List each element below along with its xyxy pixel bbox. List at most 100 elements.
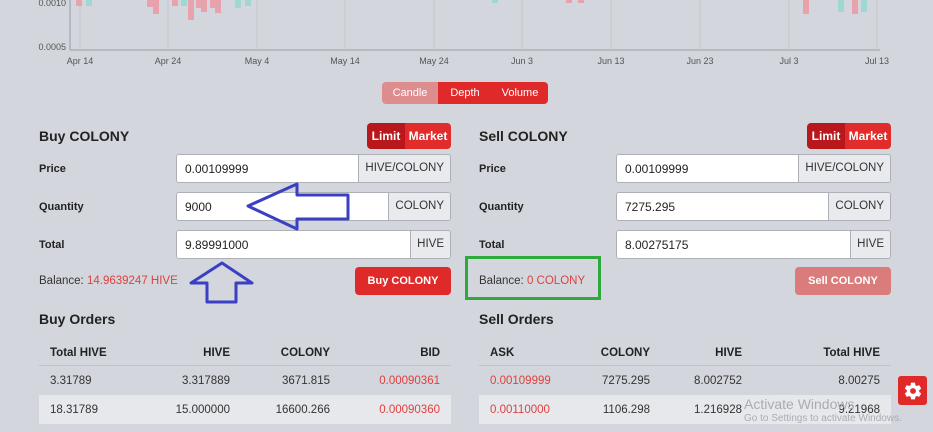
buy-quantity-unit: COLONY bbox=[388, 193, 450, 220]
candle bbox=[235, 0, 241, 8]
y-tick-label: 0.0005 bbox=[38, 42, 66, 52]
activation-watermark: Activate Windows Go to Settings to activ… bbox=[744, 396, 902, 424]
y-tick-label: 0.0010 bbox=[38, 0, 66, 8]
annotation-up-arrow bbox=[189, 261, 254, 304]
buy-balance-value[interactable]: 14.9639247 HIVE bbox=[87, 275, 178, 287]
x-tick-label: Apr 14 bbox=[67, 56, 94, 66]
column-header: HIVE bbox=[715, 346, 742, 359]
candle bbox=[215, 0, 221, 13]
buy-total-unit: HIVE bbox=[410, 231, 450, 258]
buy-price-field: HIVE/COLONY bbox=[176, 154, 451, 183]
candle bbox=[861, 0, 867, 12]
sell-quantity-field: COLONY bbox=[616, 192, 891, 221]
candle bbox=[578, 0, 584, 3]
buy-price-unit: HIVE/COLONY bbox=[358, 155, 450, 182]
settings-button[interactable] bbox=[898, 376, 927, 405]
candle bbox=[86, 0, 92, 6]
column-header: Total HIVE bbox=[823, 346, 880, 359]
column-header: HIVE bbox=[203, 346, 230, 359]
watermark-subtitle: Go to Settings to activate Windows. bbox=[744, 413, 902, 424]
buy-limit-button[interactable]: Limit bbox=[367, 123, 405, 149]
buy-orders-table: Total HIVE HIVE COLONY BID 3.31789 3.317… bbox=[39, 340, 451, 424]
sell-price-label: Price bbox=[479, 163, 506, 175]
buy-colony-button[interactable]: Buy COLONY bbox=[355, 267, 451, 295]
sell-market-button[interactable]: Market bbox=[845, 123, 891, 149]
table-cell: 1106.298 bbox=[602, 403, 650, 416]
sell-price-unit: HIVE/COLONY bbox=[798, 155, 890, 182]
buy-total-label: Total bbox=[39, 239, 65, 251]
candle-chart-svg: 0.0010 0.0005 Apr 14 Apr 24 May 4 May 14 May … bbox=[38, 0, 889, 66]
sell-total-input[interactable] bbox=[617, 231, 851, 258]
candle bbox=[172, 0, 178, 6]
candle bbox=[153, 0, 159, 14]
sell-total-unit: HIVE bbox=[850, 231, 890, 258]
candle bbox=[492, 0, 498, 3]
buy-quantity-input[interactable] bbox=[177, 193, 389, 220]
column-header: BID bbox=[420, 346, 440, 359]
table-header: Total HIVE HIVE COLONY BID bbox=[39, 340, 451, 366]
x-tick-label: Jul 13 bbox=[865, 56, 889, 66]
sell-total-field: HIVE bbox=[616, 230, 891, 259]
buy-balance: Balance: 14.9639247 HIVE bbox=[39, 275, 178, 287]
bid-price-cell[interactable]: 0.00090360 bbox=[330, 404, 440, 416]
ask-price-cell[interactable]: 0.00109999 bbox=[490, 375, 570, 387]
x-tick-label: Apr 24 bbox=[155, 56, 182, 66]
buy-quantity-field: COLONY bbox=[176, 192, 451, 221]
table-cell: 18.31789 bbox=[50, 403, 98, 416]
sell-panel-title: Sell COLONY bbox=[479, 128, 568, 144]
table-row[interactable]: 0.00109999 7275.295 8.002752 8.00275 bbox=[479, 366, 891, 395]
buy-quantity-label: Quantity bbox=[39, 201, 84, 213]
candle bbox=[147, 0, 153, 7]
buy-market-button[interactable]: Market bbox=[405, 123, 451, 149]
table-cell: 7275.295 bbox=[602, 374, 650, 387]
ask-price-cell[interactable]: 0.00110000 bbox=[490, 404, 570, 416]
table-cell: 8.00275 bbox=[838, 374, 880, 387]
table-row[interactable]: 18.31789 15.000000 16600.266 0.00090360 bbox=[39, 395, 451, 424]
table-cell: 3671.815 bbox=[282, 374, 330, 387]
buy-orders-title: Buy Orders bbox=[39, 311, 116, 327]
sell-orders-title: Sell Orders bbox=[479, 311, 554, 327]
buy-order-type-toggle: Limit Market bbox=[367, 123, 451, 149]
column-header: ASK bbox=[490, 346, 515, 359]
candle bbox=[852, 0, 858, 14]
candle bbox=[188, 0, 194, 20]
buy-price-label: Price bbox=[39, 163, 66, 175]
chart-type-tabs: Candle Depth Volume bbox=[382, 82, 548, 104]
buy-total-input[interactable] bbox=[177, 231, 411, 258]
sell-balance-value[interactable]: 0 COLONY bbox=[527, 275, 585, 287]
x-tick-label: May 4 bbox=[245, 56, 270, 66]
x-tick-label: Jun 13 bbox=[597, 56, 624, 66]
table-cell: 8.002752 bbox=[694, 374, 742, 387]
sell-colony-button[interactable]: Sell COLONY bbox=[795, 267, 891, 295]
sell-quantity-label: Quantity bbox=[479, 201, 524, 213]
candle bbox=[803, 0, 809, 14]
sell-price-input[interactable] bbox=[617, 155, 799, 182]
table-cell: 3.317889 bbox=[182, 374, 230, 387]
tab-volume[interactable]: Volume bbox=[492, 82, 548, 104]
sell-order-type-toggle: Limit Market bbox=[807, 123, 891, 149]
x-tick-label: Jun 23 bbox=[686, 56, 713, 66]
price-chart[interactable]: 0.0010 0.0005 Apr 14 Apr 24 May 4 May 14 May … bbox=[0, 0, 933, 70]
buy-panel-title: Buy COLONY bbox=[39, 128, 130, 144]
sell-balance-label: Balance: bbox=[479, 275, 524, 287]
table-row[interactable]: 3.31789 3.317889 3671.815 0.00090361 bbox=[39, 366, 451, 395]
tab-depth[interactable]: Depth bbox=[438, 82, 492, 104]
sell-limit-button[interactable]: Limit bbox=[807, 123, 845, 149]
buy-balance-label: Balance: bbox=[39, 275, 84, 287]
bid-price-cell[interactable]: 0.00090361 bbox=[330, 375, 440, 387]
table-header: ASK COLONY HIVE Total HIVE bbox=[479, 340, 891, 366]
sell-quantity-input[interactable] bbox=[617, 193, 829, 220]
buy-price-input[interactable] bbox=[177, 155, 359, 182]
table-cell: 16600.266 bbox=[275, 403, 330, 416]
sell-total-label: Total bbox=[479, 239, 505, 251]
column-header: COLONY bbox=[280, 346, 330, 359]
buy-total-field: HIVE bbox=[176, 230, 451, 259]
candle bbox=[181, 0, 187, 6]
x-tick-label: Jul 3 bbox=[779, 56, 798, 66]
x-tick-label: Jun 3 bbox=[511, 56, 533, 66]
gear-icon bbox=[904, 382, 921, 399]
sell-price-field: HIVE/COLONY bbox=[616, 154, 891, 183]
tab-candle[interactable]: Candle bbox=[382, 82, 438, 104]
candle bbox=[201, 0, 207, 12]
table-cell: 3.31789 bbox=[50, 374, 92, 387]
